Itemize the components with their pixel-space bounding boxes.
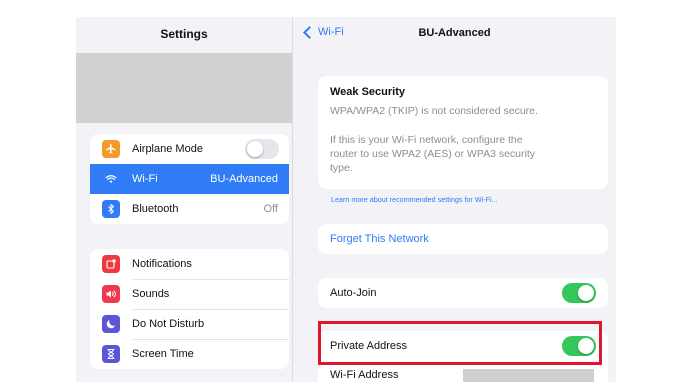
- auto-join-row: Auto-Join: [318, 278, 608, 308]
- sidebar-item-label: Sounds: [132, 288, 170, 300]
- airplane-mode-toggle[interactable]: [245, 139, 279, 159]
- bluetooth-icon: [102, 200, 120, 218]
- weak-security-card: Weak Security WPA/WPA2 (TKIP) is not con…: [318, 76, 608, 189]
- detail-nav-bar: Wi-Fi BU-Advanced: [293, 17, 616, 51]
- weak-security-line: type.: [330, 162, 353, 174]
- private-address-card: Private Address Wi-Fi Address: [318, 331, 608, 382]
- weak-security-line: router to use WPA2 (AES) or WPA3 securit…: [330, 148, 536, 160]
- auto-join-label: Auto-Join: [330, 287, 377, 299]
- sidebar-item-do-not-disturb[interactable]: Do Not Disturb: [90, 309, 289, 339]
- sidebar-item-label: Wi-Fi: [132, 173, 158, 185]
- sidebar-item-label: Do Not Disturb: [132, 318, 205, 330]
- sidebar-item-label: Screen Time: [132, 348, 194, 360]
- airplane-icon: [102, 140, 120, 158]
- weak-security-title: Weak Security: [330, 86, 406, 98]
- notifications-icon: [102, 255, 120, 273]
- page-title: BU-Advanced: [418, 27, 491, 39]
- auto-join-toggle[interactable]: [562, 283, 596, 303]
- settings-sidebar: Settings Airplane Mode Wi-Fi BU-Advanced: [76, 17, 293, 382]
- moon-icon: [102, 315, 120, 333]
- sidebar-title: Settings: [160, 27, 208, 41]
- wifi-detail-pane: Wi-Fi BU-Advanced Weak Security WPA/WPA2…: [293, 17, 616, 382]
- sidebar-item-sounds[interactable]: Sounds: [90, 279, 289, 309]
- learn-more-link[interactable]: Learn more about recommended settings fo…: [331, 195, 498, 204]
- profile-placeholder[interactable]: [76, 53, 292, 123]
- forget-network-card: Forget This Network: [318, 224, 608, 254]
- weak-security-line: If this is your Wi-Fi network, configure…: [330, 134, 523, 146]
- sidebar-item-wifi[interactable]: Wi-Fi BU-Advanced: [90, 164, 289, 194]
- sidebar-item-label: Bluetooth: [132, 203, 179, 215]
- sidebar-item-bluetooth[interactable]: Bluetooth Off: [90, 194, 289, 224]
- sidebar-item-notifications[interactable]: Notifications: [90, 249, 289, 279]
- sidebar-item-value: BU-Advanced: [210, 173, 278, 185]
- sidebar-item-value: Off: [263, 203, 278, 215]
- sidebar-item-label: Notifications: [132, 258, 192, 270]
- connectivity-group: Airplane Mode Wi-Fi BU-Advanced Bluetoot…: [90, 134, 289, 224]
- weak-security-line: WPA/WPA2 (TKIP) is not considered secure…: [330, 105, 538, 117]
- private-address-toggle[interactable]: [562, 336, 596, 356]
- sounds-icon: [102, 285, 120, 303]
- sidebar-item-label: Airplane Mode: [132, 143, 203, 155]
- private-address-row: Private Address: [318, 331, 608, 361]
- private-address-label: Private Address: [330, 340, 408, 352]
- sidebar-item-screen-time[interactable]: Screen Time: [90, 339, 289, 369]
- notifications-group: Notifications Sounds Do Not Disturb Scre…: [90, 249, 289, 369]
- wifi-address-value-redacted: [463, 369, 594, 382]
- sidebar-item-airplane-mode[interactable]: Airplane Mode: [90, 134, 289, 164]
- hourglass-icon: [102, 345, 120, 363]
- wifi-icon: [102, 170, 120, 188]
- settings-window: Settings Airplane Mode Wi-Fi BU-Advanced: [76, 17, 616, 382]
- forget-network-button[interactable]: Forget This Network: [330, 233, 429, 245]
